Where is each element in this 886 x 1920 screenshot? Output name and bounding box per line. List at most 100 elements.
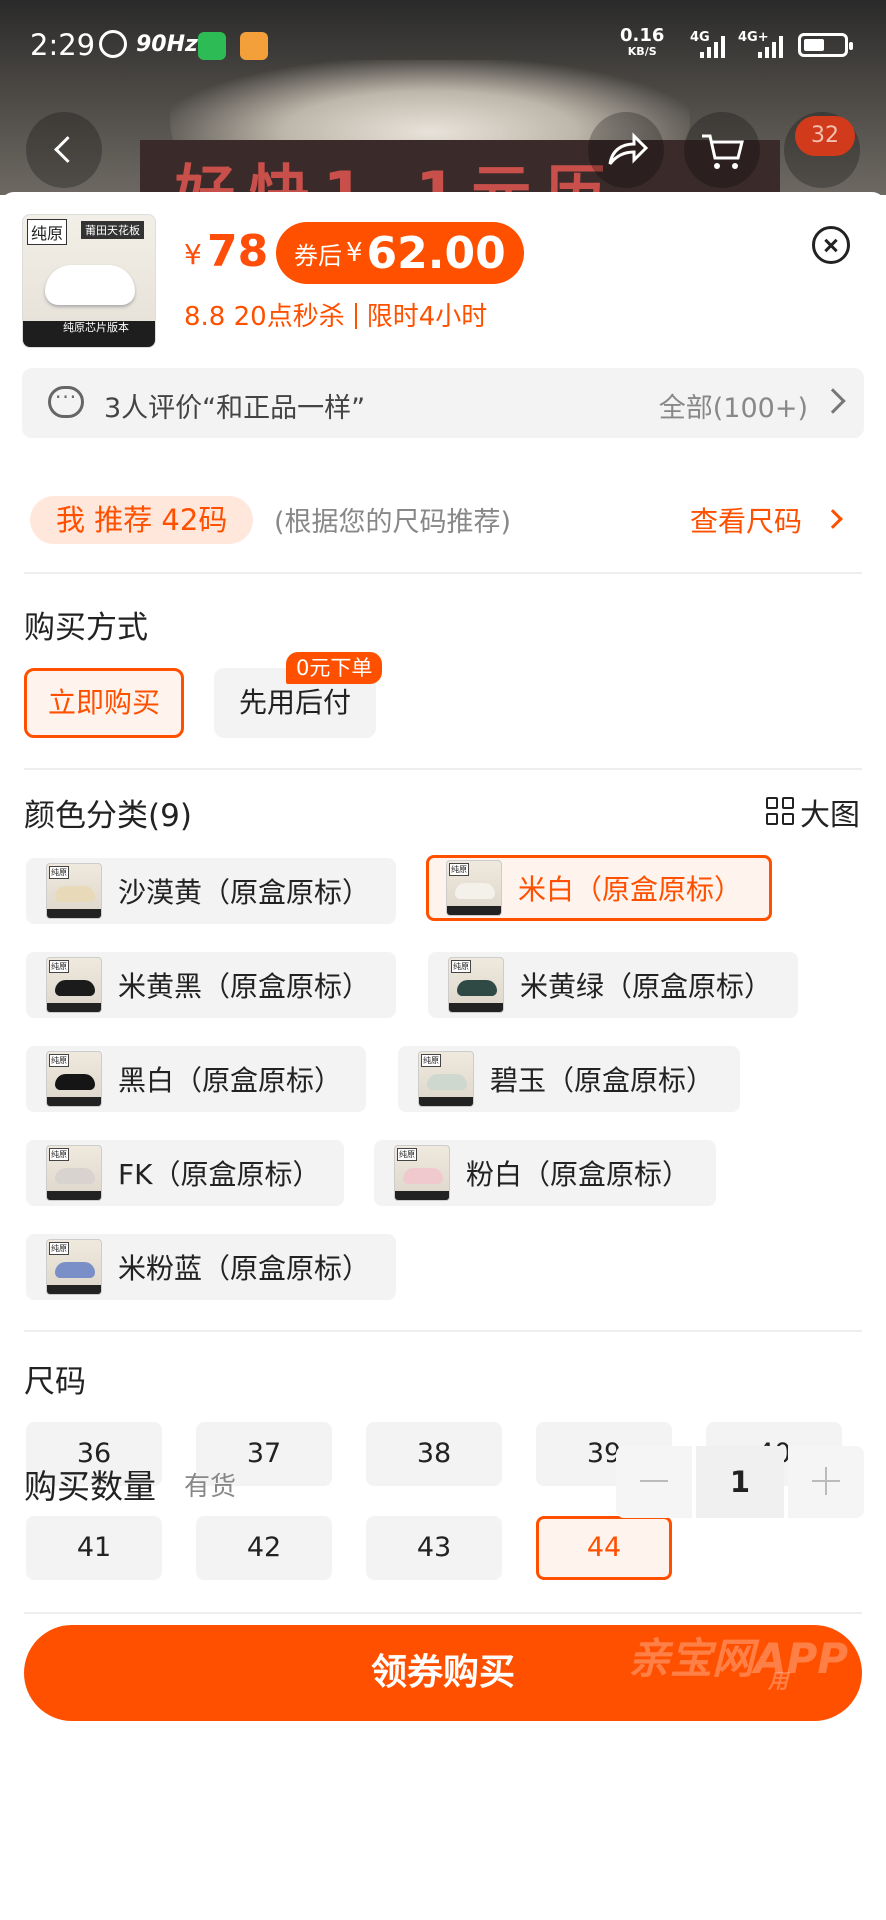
- thumb-brand-tag: 纯原: [27, 219, 68, 245]
- promo-flash-sale: 8.8 20点秒杀: [184, 302, 345, 332]
- hero-banner-text: 好快1.1元历: [175, 159, 620, 195]
- decrease-quantity-button[interactable]: [616, 1446, 692, 1518]
- cart-button[interactable]: [684, 112, 760, 188]
- size-option-41[interactable]: 41: [26, 1516, 162, 1580]
- color-thumbnail: 纯原: [46, 957, 102, 1013]
- thumb-brand-tag: 纯原: [397, 1148, 417, 1161]
- close-icon[interactable]: [812, 226, 850, 264]
- color-option[interactable]: 纯原 米黄黑（原盒原标）: [26, 952, 396, 1018]
- review-summary: 3人评价“和正品一样”: [104, 393, 366, 424]
- alarm-icon: [99, 30, 127, 58]
- thumb-footer: 纯原芯片版本: [23, 321, 155, 347]
- size-option-43[interactable]: 43: [366, 1516, 502, 1580]
- thumb-brand-tag: 纯原: [49, 1148, 69, 1161]
- product-thumbnail[interactable]: 纯原 莆田天花板 纯原芯片版本: [22, 214, 156, 348]
- color-option[interactable]: 纯原 碧玉（原盒原标）: [398, 1046, 740, 1112]
- thumb-footer-bar: [47, 1191, 101, 1200]
- thumb-footer-bar: [449, 1003, 503, 1012]
- quantity-value[interactable]: 1: [696, 1446, 784, 1518]
- color-option[interactable]: 纯原米粉蓝（原盒原标）: [26, 1234, 396, 1300]
- refresh-rate: 90Hz: [136, 32, 198, 57]
- promo-time-limit: 限时4小时: [366, 302, 488, 332]
- price-currency: ¥: [184, 238, 202, 271]
- network-speed-value: 0.16: [620, 25, 665, 46]
- thumb-footer-bar: [419, 1097, 473, 1106]
- quantity-label: 购买数量: [24, 1467, 156, 1506]
- color-option-label: 米粉蓝（原盒原标）: [118, 1252, 371, 1285]
- color-thumbnail: 纯原: [448, 957, 504, 1013]
- thumb-footer-bar: [47, 1097, 101, 1106]
- size-option-38[interactable]: 38: [366, 1422, 502, 1486]
- purchase-method-title: 购买方式: [24, 610, 148, 646]
- cart-icon: [702, 134, 744, 169]
- cart-count-badge: 32: [795, 116, 855, 156]
- shoe-image: [427, 1074, 467, 1090]
- status-time: 2:29: [30, 28, 96, 62]
- big-image-label: 大图: [800, 798, 860, 833]
- color-option-label: 粉白（原盒原标）: [466, 1158, 691, 1191]
- shoe-image: [55, 980, 95, 996]
- chevron-right-icon: [820, 388, 846, 414]
- back-button[interactable]: [26, 112, 102, 188]
- thumb-brand-tag: 纯原: [49, 1242, 69, 1255]
- signal-icon-2: [758, 36, 784, 58]
- color-option-label: 黑白（原盒原标）: [118, 1064, 343, 1097]
- size-recommendation-badge: 我 推荐 42码: [30, 496, 254, 544]
- color-category-title: 颜色分类(9): [24, 798, 192, 834]
- status-bar: 2:29 90Hz 0.16 KB/S 4G 4G+: [0, 0, 886, 92]
- color-option-label: 米黄绿（原盒原标）: [520, 970, 773, 1003]
- battery-icon: [798, 33, 853, 57]
- divider: [24, 572, 862, 574]
- shoe-image: [457, 980, 497, 996]
- quantity-stepper: 1: [616, 1446, 864, 1518]
- thumb-footer-bar: [395, 1191, 449, 1200]
- thumb-sub-tag: 莆田天花板: [81, 221, 144, 239]
- color-thumbnail: 纯原: [446, 860, 502, 916]
- size-option-42[interactable]: 42: [196, 1516, 332, 1580]
- grid-icon: [766, 797, 796, 827]
- review-summary-bar[interactable]: 3人评价“和正品一样” 全部(100+): [22, 368, 864, 438]
- shoe-image: [55, 1262, 95, 1278]
- color-option-label: FK（原盒原标）: [118, 1158, 321, 1191]
- color-thumbnail: 纯原: [418, 1051, 474, 1107]
- shoe-image: [55, 1074, 95, 1090]
- shoe-image: [403, 1168, 443, 1184]
- thumb-footer-bar: [47, 909, 101, 918]
- color-option[interactable]: 纯原 黑白（原盒原标）: [26, 1046, 366, 1112]
- promo-text: 8.8 20点秒杀 限时4小时: [184, 296, 487, 333]
- color-option[interactable]: 纯原 FK（原盒原标）: [26, 1140, 344, 1206]
- color-option[interactable]: 纯原 米白（原盒原标）: [426, 855, 772, 921]
- divider: [24, 768, 862, 770]
- shoe-image: [55, 886, 95, 902]
- color-thumbnail: 纯原: [394, 1145, 450, 1201]
- coupon-currency: ¥: [346, 238, 363, 268]
- color-thumbnail: 纯原: [46, 1051, 102, 1107]
- network-speed: 0.16 KB/S: [620, 25, 665, 60]
- watermark-logo: 亲宝网APP 用: [628, 1625, 878, 1721]
- size-title: 尺码: [24, 1364, 86, 1400]
- chat-bubble-icon: [48, 385, 84, 418]
- size-option-44[interactable]: 44: [536, 1516, 672, 1580]
- watermark-subtext: 用: [768, 1669, 788, 1693]
- thumb-footer-bar: [47, 1285, 101, 1294]
- coupon-price: 62.00: [366, 227, 506, 279]
- shoe-image: [455, 883, 495, 899]
- big-image-toggle[interactable]: 大图: [766, 790, 860, 834]
- thumb-brand-tag: 纯原: [451, 960, 471, 973]
- color-option[interactable]: 纯原粉白（原盒原标）: [374, 1140, 716, 1206]
- network-speed-unit: KB/S: [627, 45, 657, 58]
- increase-quantity-button[interactable]: [788, 1446, 864, 1518]
- buy-now-option[interactable]: 立即购买: [24, 668, 184, 738]
- shoe-image: [45, 265, 135, 305]
- color-thumbnail: 纯原: [46, 863, 102, 919]
- thumb-brand-tag: 纯原: [49, 960, 69, 973]
- size-recommendation-note: (根据您的尺码推荐): [274, 507, 512, 538]
- view-size-chart-link[interactable]: 查看尺码: [690, 500, 802, 540]
- color-thumbnail: 纯原: [46, 1239, 102, 1295]
- signal-icon-1: [700, 36, 726, 58]
- color-option[interactable]: 纯原 沙漠黄（原盒原标）: [26, 858, 396, 924]
- share-button[interactable]: [588, 112, 664, 188]
- color-option[interactable]: 纯原米黄绿（原盒原标）: [428, 952, 798, 1018]
- coupon-price-badge: 券后 ¥ 62.00: [276, 222, 524, 284]
- color-option-label: 米白（原盒原标）: [518, 873, 743, 906]
